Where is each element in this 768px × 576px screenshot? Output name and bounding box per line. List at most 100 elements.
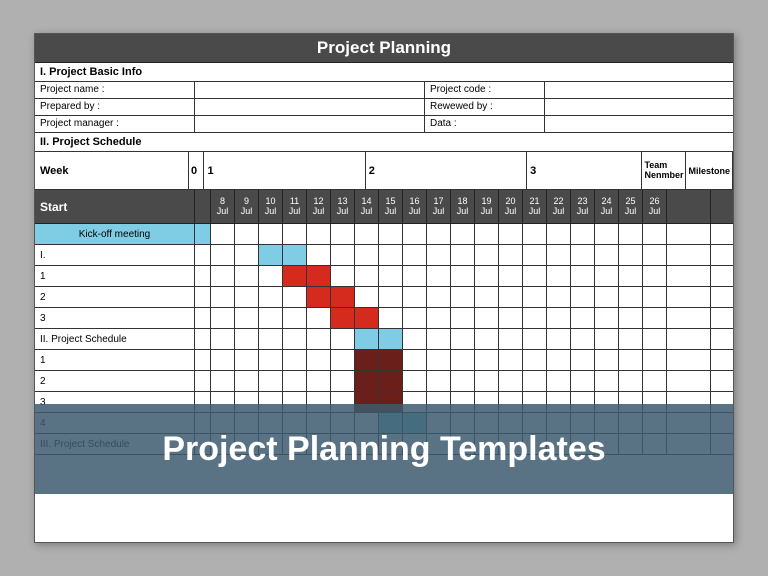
task-label[interactable]: 2: [35, 371, 195, 391]
gantt-cell[interactable]: [283, 329, 307, 349]
gantt-cell[interactable]: [259, 329, 283, 349]
gantt-cell[interactable]: [571, 371, 595, 391]
gantt-cell[interactable]: [331, 287, 355, 307]
task-label[interactable]: Kick-off meeting: [35, 224, 195, 244]
gantt-cell[interactable]: [451, 287, 475, 307]
gantt-cell[interactable]: [235, 350, 259, 370]
gantt-cell[interactable]: [619, 371, 643, 391]
team-cell[interactable]: [667, 287, 711, 307]
task-label[interactable]: 2: [35, 287, 195, 307]
project-code-value[interactable]: [545, 82, 733, 98]
gantt-cell[interactable]: [403, 329, 427, 349]
gantt-cell[interactable]: [643, 371, 667, 391]
gantt-cell[interactable]: [235, 329, 259, 349]
gantt-cell[interactable]: [331, 308, 355, 328]
gantt-cell[interactable]: [283, 287, 307, 307]
gantt-cell[interactable]: [355, 266, 379, 286]
gantt-cell[interactable]: [235, 308, 259, 328]
gantt-cell[interactable]: [643, 308, 667, 328]
task-label[interactable]: 1: [35, 350, 195, 370]
gantt-cell[interactable]: [523, 245, 547, 265]
gantt-cell[interactable]: [595, 329, 619, 349]
gantt-cell[interactable]: [427, 266, 451, 286]
gantt-cell[interactable]: [451, 350, 475, 370]
gantt-cell[interactable]: [499, 245, 523, 265]
gantt-cell[interactable]: [619, 350, 643, 370]
gantt-cell[interactable]: [307, 371, 331, 391]
team-cell[interactable]: [667, 245, 711, 265]
gantt-cell[interactable]: [235, 224, 259, 244]
gantt-cell[interactable]: [475, 329, 499, 349]
gantt-cell[interactable]: [427, 350, 451, 370]
gantt-cell[interactable]: [643, 266, 667, 286]
gantt-cell[interactable]: [331, 350, 355, 370]
task-label[interactable]: 1: [35, 266, 195, 286]
gantt-cell[interactable]: [499, 329, 523, 349]
gantt-cell[interactable]: [379, 308, 403, 328]
gantt-cell[interactable]: [283, 224, 307, 244]
milestone-cell[interactable]: [711, 224, 733, 244]
gantt-cell[interactable]: [211, 245, 235, 265]
gantt-cell[interactable]: [523, 329, 547, 349]
gantt-cell[interactable]: [355, 224, 379, 244]
gantt-cell[interactable]: [427, 245, 451, 265]
gantt-cell[interactable]: [571, 350, 595, 370]
team-cell[interactable]: [667, 308, 711, 328]
gantt-cell[interactable]: [235, 287, 259, 307]
gantt-cell[interactable]: [499, 308, 523, 328]
gantt-cell[interactable]: [379, 287, 403, 307]
gantt-cell[interactable]: [403, 224, 427, 244]
team-cell[interactable]: [667, 371, 711, 391]
gantt-cell[interactable]: [427, 371, 451, 391]
gantt-cell[interactable]: [235, 245, 259, 265]
gantt-cell[interactable]: [475, 287, 499, 307]
gantt-cell[interactable]: [499, 287, 523, 307]
gantt-cell[interactable]: [259, 287, 283, 307]
gantt-cell[interactable]: [283, 308, 307, 328]
gantt-cell[interactable]: [283, 245, 307, 265]
gantt-cell[interactable]: [211, 371, 235, 391]
gantt-cell[interactable]: [499, 350, 523, 370]
gantt-cell[interactable]: [619, 224, 643, 244]
gantt-cell[interactable]: [331, 266, 355, 286]
gantt-cell[interactable]: [211, 224, 235, 244]
gantt-cell[interactable]: [595, 350, 619, 370]
gantt-cell[interactable]: [259, 350, 283, 370]
gantt-cell[interactable]: [595, 371, 619, 391]
team-cell[interactable]: [667, 329, 711, 349]
gantt-cell[interactable]: [643, 329, 667, 349]
gantt-cell[interactable]: [643, 245, 667, 265]
gantt-cell[interactable]: [547, 245, 571, 265]
gantt-cell[interactable]: [331, 371, 355, 391]
gantt-cell[interactable]: [523, 287, 547, 307]
task-label[interactable]: I.: [35, 245, 195, 265]
gantt-cell[interactable]: [211, 287, 235, 307]
gantt-cell[interactable]: [475, 266, 499, 286]
milestone-cell[interactable]: [711, 371, 733, 391]
gantt-cell[interactable]: [331, 329, 355, 349]
gantt-cell[interactable]: [379, 245, 403, 265]
gantt-cell[interactable]: [379, 329, 403, 349]
gantt-cell[interactable]: [595, 245, 619, 265]
milestone-cell[interactable]: [711, 350, 733, 370]
gantt-cell[interactable]: [475, 245, 499, 265]
gantt-cell[interactable]: [571, 245, 595, 265]
gantt-cell[interactable]: [379, 266, 403, 286]
gantt-cell[interactable]: [283, 371, 307, 391]
gantt-cell[interactable]: [403, 308, 427, 328]
gantt-cell[interactable]: [475, 350, 499, 370]
milestone-cell[interactable]: [711, 308, 733, 328]
gantt-cell[interactable]: [259, 308, 283, 328]
gantt-cell[interactable]: [355, 308, 379, 328]
gantt-cell[interactable]: [619, 308, 643, 328]
gantt-cell[interactable]: [307, 266, 331, 286]
gantt-cell[interactable]: [307, 224, 331, 244]
gantt-cell[interactable]: [547, 371, 571, 391]
task-label[interactable]: II. Project Schedule: [35, 329, 195, 349]
gantt-cell[interactable]: [307, 308, 331, 328]
gantt-cell[interactable]: [427, 224, 451, 244]
task-label[interactable]: 3: [35, 308, 195, 328]
gantt-cell[interactable]: [523, 371, 547, 391]
gantt-cell[interactable]: [499, 371, 523, 391]
gantt-cell[interactable]: [259, 245, 283, 265]
